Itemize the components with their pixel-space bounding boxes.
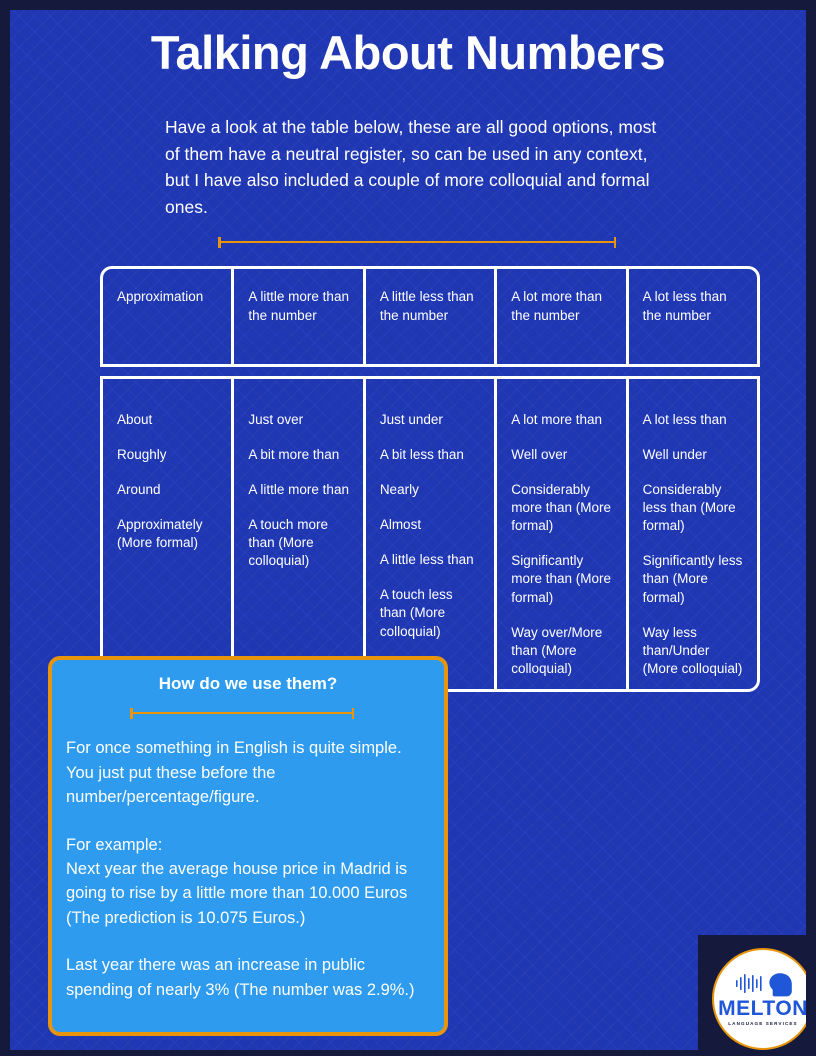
callout-paragraph-1: For once something in English is quite s… — [66, 739, 402, 807]
poster-background: Talking About Numbers Have a look at the… — [10, 10, 806, 1050]
list-item: Significantly less than (More formal) — [642, 553, 743, 605]
table-header-cell: A lot less than the number — [625, 269, 757, 364]
list-item: Roughly — [117, 447, 167, 463]
list-item: Significantly more than (More formal) — [511, 553, 612, 605]
list-item: Considerably more than (More formal) — [511, 482, 612, 534]
callout-paragraph-4: Last year there was an increase in publi… — [66, 956, 415, 999]
intro-paragraph: Have a look at the table below, these ar… — [165, 117, 657, 217]
table-header-label: Approximation — [117, 289, 204, 304]
list-item: Well over — [511, 447, 568, 463]
list-item: A touch more than (More colloquial) — [248, 517, 328, 569]
intro-divider — [218, 236, 616, 248]
list-item: Just under — [379, 412, 443, 427]
callout-paragraph-2: For example: — [66, 835, 163, 854]
table-header-cell: A little more than the number — [231, 269, 362, 364]
table-header-cell: A little less than the number — [362, 269, 494, 364]
list-item: Considerably less than (More formal) — [642, 482, 736, 534]
list-item: A lot less than — [642, 412, 727, 427]
table-header-label: A little more than the number — [248, 289, 349, 324]
logo: MELTON LANGUAGE SERVICES — [698, 935, 806, 1050]
list-item: Around — [117, 482, 161, 498]
logo-wordmark: MELTON — [718, 997, 806, 1021]
table-header-label: A little less than the number — [379, 289, 474, 324]
table-column-a-little-more: Just over A bit more than A little more … — [231, 379, 362, 689]
poster: Talking About Numbers Have a look at the… — [0, 0, 816, 1056]
how-do-we-use-them-callout: How do we use them? For once something i… — [48, 656, 448, 1036]
list-item: Almost — [379, 517, 422, 533]
table-header-label: A lot more than the number — [511, 289, 603, 324]
list-item: A little more than — [248, 482, 349, 498]
divider-cap-right — [613, 236, 616, 248]
table-column-a-lot-less: A lot less than Well under Considerably … — [625, 379, 757, 689]
list-item: About — [117, 412, 153, 427]
callout-divider — [130, 707, 354, 719]
callout-body: For once something in English is quite s… — [66, 736, 430, 1002]
list-item: A bit more than — [248, 447, 340, 463]
logo-tagline: LANGUAGE SERVICES — [728, 1021, 798, 1027]
callout-paragraph-3: Next year the average house price in Mad… — [66, 860, 408, 927]
page-title: Talking About Numbers — [150, 26, 666, 79]
speaking-head-icon — [736, 973, 792, 997]
list-item: A touch less than (More colloquial) — [379, 587, 453, 639]
list-item: Well under — [642, 447, 707, 463]
list-item: A lot more than — [511, 412, 603, 427]
list-item: A little less than — [379, 552, 474, 568]
list-item: A bit less than — [379, 447, 464, 463]
table-header-label: A lot less than the number — [642, 289, 727, 324]
list-item: Way less than/Under (More colloquial) — [642, 624, 743, 676]
table-header-cell: Approximation — [103, 269, 231, 364]
divider-cap-right — [351, 707, 354, 719]
list-item: Just over — [248, 412, 304, 427]
divider-bar — [132, 711, 352, 715]
callout-title: How do we use them? — [158, 674, 338, 693]
table-header-row: Approximation A little more than the num… — [100, 266, 760, 367]
table-body: About Roughly Around Approximately (More… — [100, 376, 760, 692]
list-item: Nearly — [379, 482, 419, 498]
divider-bar — [220, 240, 614, 244]
table-column-a-lot-more: A lot more than Well over Considerably m… — [494, 379, 625, 689]
table-header-cell: A lot more than the number — [494, 269, 625, 364]
table-column-a-little-less: Just under A bit less than Nearly Almost… — [362, 379, 494, 689]
table-column-approximation: About Roughly Around Approximately (More… — [103, 379, 231, 689]
logo-circle: MELTON LANGUAGE SERVICES — [712, 948, 806, 1050]
list-item: Approximately (More formal) — [117, 517, 203, 551]
list-item: Way over/More than (More colloquial) — [511, 624, 603, 676]
